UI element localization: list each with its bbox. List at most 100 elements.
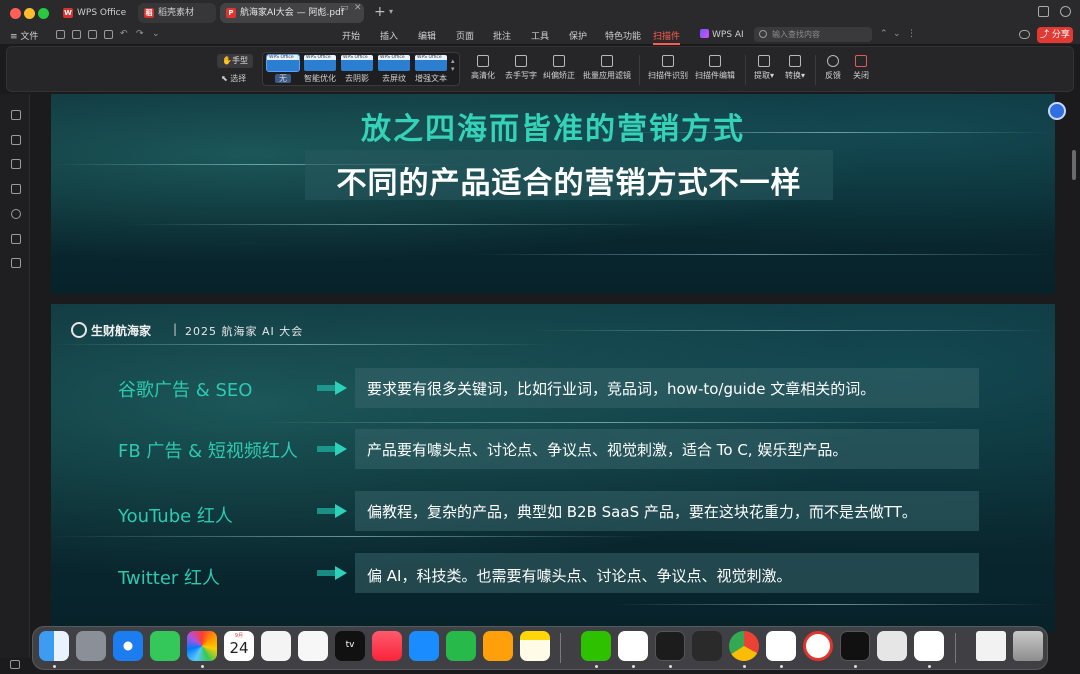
pages-icon[interactable]	[483, 631, 513, 661]
zoom-window-button[interactable]	[38, 8, 49, 19]
layers-icon[interactable]	[11, 258, 21, 268]
menu-annotate[interactable]: 批注	[493, 29, 511, 42]
terminal-dark-icon[interactable]	[840, 631, 870, 661]
scan-filter-gallery: 无 智能优化 去阴影 去屏纹 增强文本 ▴▾	[262, 52, 460, 86]
new-tab-icon[interactable]: +	[374, 4, 386, 20]
convert-button[interactable]: 转换▾	[779, 55, 811, 81]
outline-icon[interactable]	[11, 110, 21, 120]
lark-icon[interactable]	[618, 631, 648, 661]
floating-assistant-icon[interactable]	[1048, 102, 1066, 120]
cube-app-icon[interactable]	[692, 631, 722, 661]
filter-remove-moire[interactable]: 去屏纹	[377, 55, 411, 84]
app-red-icon[interactable]	[803, 631, 833, 661]
menu-insert[interactable]: 插入	[380, 29, 398, 42]
terminal-icon[interactable]	[655, 631, 685, 661]
menu-page[interactable]: 页面	[456, 29, 474, 42]
scan-recognize-button[interactable]: 扫描件识别	[643, 55, 693, 81]
save-icon[interactable]	[72, 30, 81, 39]
search-input[interactable]: 输入查找内容	[754, 27, 872, 42]
user-avatar-icon[interactable]	[1060, 6, 1071, 17]
filter-thumbnail	[378, 55, 410, 71]
share-button[interactable]: ⤴ 分享	[1037, 27, 1073, 43]
tab-label: 航海家AI大会 — 阿彪.pdf	[240, 8, 344, 18]
extract-button[interactable]: 提取▾	[749, 55, 779, 81]
window-layout-icon[interactable]	[1038, 6, 1049, 17]
hd-button[interactable]: 高清化	[465, 55, 501, 81]
running-indicator	[53, 665, 56, 668]
apple-tv-icon[interactable]: tv	[335, 631, 365, 661]
sidebar-toggle-icon[interactable]	[10, 660, 20, 669]
photos-icon[interactable]	[187, 631, 217, 661]
trash-icon[interactable]	[1013, 631, 1043, 661]
docer-logo-icon: 稻	[144, 8, 154, 18]
tab-wps-office[interactable]: W WPS Office	[57, 3, 135, 23]
minimize-window-button[interactable]	[24, 8, 35, 19]
select-tool-button[interactable]: ⬉ 选择	[221, 73, 246, 84]
filter-remove-shadow[interactable]: 去阴影	[340, 55, 374, 84]
close-window-button[interactable]	[10, 8, 21, 19]
attachment-icon[interactable]	[11, 209, 21, 219]
gallery-expand-icon[interactable]: ▴ ▾	[451, 57, 455, 73]
finder-icon[interactable]	[39, 631, 69, 661]
script-editor-icon[interactable]	[877, 631, 907, 661]
print-preview-icon[interactable]	[104, 30, 113, 39]
close-scan-button[interactable]: 关闭	[847, 55, 875, 81]
notes-icon[interactable]	[520, 631, 550, 661]
reminders-icon[interactable]	[261, 631, 291, 661]
hand-tool-button[interactable]: ✋手型	[217, 54, 253, 68]
filter-none[interactable]: 无	[266, 54, 300, 84]
chevron-down-icon[interactable]: ▾	[389, 7, 393, 16]
music-icon[interactable]	[372, 631, 402, 661]
numbers-icon[interactable]	[446, 631, 476, 661]
filter-thumbnail	[341, 55, 373, 71]
menu-scan[interactable]: 扫描件	[653, 29, 681, 45]
chevron-down-icon[interactable]: ⌄	[893, 29, 901, 39]
page-compare-icon[interactable]	[11, 234, 21, 244]
tab-close-icon[interactable]: ✕	[354, 3, 362, 13]
freeform-icon[interactable]	[298, 631, 328, 661]
thumbnail-icon[interactable]	[11, 159, 21, 169]
bookmark-icon[interactable]	[11, 135, 21, 145]
filter-smart-optimize[interactable]: 智能优化	[303, 55, 337, 84]
scan-edit-button[interactable]: 扫描件编辑	[689, 55, 741, 81]
vertical-scrollbar[interactable]	[1072, 150, 1076, 180]
deskew-button[interactable]: 纠偏矫正	[537, 55, 581, 81]
file-icon[interactable]	[976, 631, 1006, 661]
filter-enhance-text[interactable]: 增强文本	[414, 55, 448, 84]
menu-features[interactable]: 特色功能	[605, 29, 641, 42]
wps-icon[interactable]	[914, 631, 944, 661]
more-icon[interactable]: ⋮	[907, 29, 916, 39]
tab-comment-icon[interactable]: ▭	[340, 3, 349, 13]
slide-subheading: 不同的产品适合的营销方式不一样	[336, 166, 802, 201]
event-name: 2025 航海家 AI 大会	[185, 325, 304, 338]
tab-docer-assets[interactable]: 稻 稻壳素材	[138, 3, 216, 23]
undo-icon[interactable]: ↶	[120, 29, 128, 39]
brand-name: 生财航海家	[91, 324, 152, 338]
running-indicator	[201, 665, 204, 668]
wechat-icon[interactable]	[581, 631, 611, 661]
launchpad-icon[interactable]	[76, 631, 106, 661]
calendar-icon[interactable]: 9月 24	[224, 631, 254, 661]
file-menu[interactable]: ≡ 文件	[10, 29, 38, 42]
keynote-icon[interactable]	[409, 631, 439, 661]
feedback-button[interactable]: 反馈	[819, 55, 847, 81]
menu-protect[interactable]: 保护	[569, 29, 587, 42]
cloud-sync-icon[interactable]	[1019, 30, 1030, 39]
menu-start[interactable]: 开始	[342, 29, 360, 42]
light-streak	[131, 224, 651, 225]
redo-icon[interactable]: ↷	[136, 29, 144, 39]
wps-ai-button[interactable]: WPS AI	[700, 29, 744, 40]
open-folder-icon[interactable]	[56, 30, 65, 39]
messages-icon[interactable]	[150, 631, 180, 661]
menu-tools[interactable]: 工具	[531, 29, 549, 42]
menu-edit[interactable]: 编辑	[418, 29, 436, 42]
comment-icon[interactable]	[11, 184, 21, 194]
safari-icon[interactable]	[113, 631, 143, 661]
chevron-down-icon[interactable]: ⌄	[152, 29, 160, 39]
print-icon[interactable]	[88, 30, 97, 39]
chrome-icon[interactable]	[729, 631, 759, 661]
batch-filter-button[interactable]: 批量应用滤镜	[577, 55, 637, 81]
chevron-up-icon[interactable]: ⌃	[880, 29, 888, 39]
chatgpt-icon[interactable]	[766, 631, 796, 661]
filter-thumbnail	[304, 55, 336, 71]
